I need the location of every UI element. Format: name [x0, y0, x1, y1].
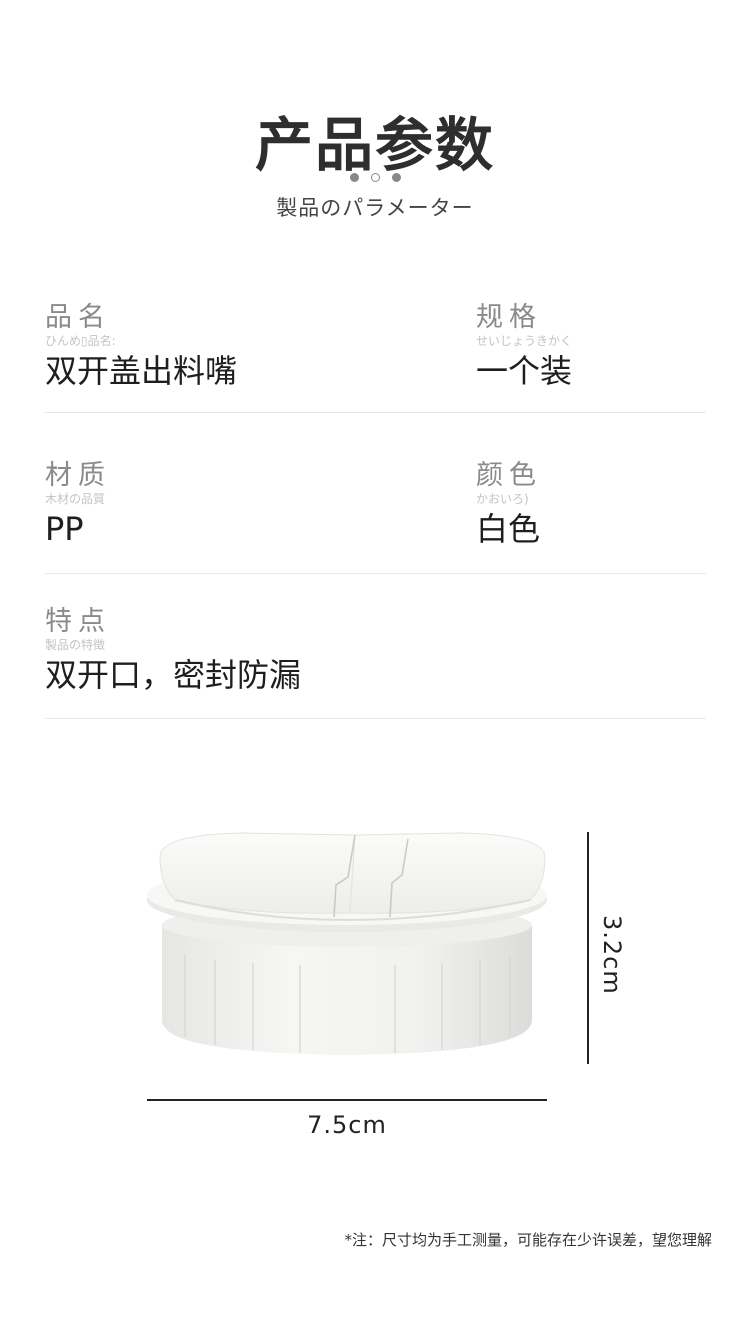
param-feature: 特点 製品の特徴 双开口，密封防漏: [45, 606, 302, 695]
param-spec: 规格 せいじょうきかく 一个装: [476, 302, 573, 391]
width-dimension-line: [147, 1099, 547, 1101]
dot-filled-icon: [349, 173, 359, 182]
param-material-value: PP: [45, 510, 84, 548]
param-material-kana: 木材の品質: [45, 492, 106, 506]
param-feature-value: 双开口，密封防漏: [45, 656, 302, 694]
measurement-note: *注：尺寸均为手工测量，可能存在少许误差，望您理解: [344, 1231, 712, 1249]
param-row-material-color: 材质 木材の品質 PP 颜色 かおいろ) 白色: [45, 461, 706, 574]
param-color: 颜色 かおいろ) 白色: [476, 460, 542, 549]
param-material-label: 材质: [45, 460, 111, 491]
param-row-feature: 特点 製品の特徴 双开口，密封防漏: [45, 607, 706, 719]
title-dots-decoration: [0, 173, 750, 182]
param-color-value: 白色: [476, 510, 541, 548]
param-name: 品名 ひんめ▯品名: 双开盖出料嘴: [45, 302, 238, 391]
param-name-value: 双开盖出料嘴: [45, 352, 238, 390]
dot-hollow-icon: [370, 173, 380, 182]
width-dimension-label: 7.5cm: [307, 1111, 387, 1139]
param-feature-kana: 製品の特徴: [45, 638, 106, 652]
param-feature-label: 特点: [45, 606, 111, 637]
param-material: 材质 木材の品質 PP: [45, 460, 111, 549]
param-row-name-spec: 品名 ひんめ▯品名: 双开盖出料嘴 规格 せいじょうきかく 一个装: [45, 303, 706, 413]
product-image: [140, 825, 560, 1079]
page-subtitle: 製品のパラメーター: [276, 196, 474, 220]
param-color-kana: かおいろ): [476, 492, 529, 506]
param-name-label: 品名: [45, 302, 111, 333]
param-spec-value: 一个装: [476, 352, 573, 390]
param-color-label: 颜色: [476, 460, 542, 491]
spout-cap-illustration: [147, 832, 547, 1055]
height-dimension-label: 3.2cm: [598, 915, 626, 995]
param-spec-kana: せいじょうきかく: [476, 334, 573, 348]
height-dimension-line: [587, 832, 589, 1064]
dot-filled-icon: [391, 173, 401, 182]
page-title: 产品参数: [254, 111, 495, 179]
param-name-kana: ひんめ▯品名:: [45, 334, 116, 348]
param-spec-label: 规格: [476, 302, 542, 333]
